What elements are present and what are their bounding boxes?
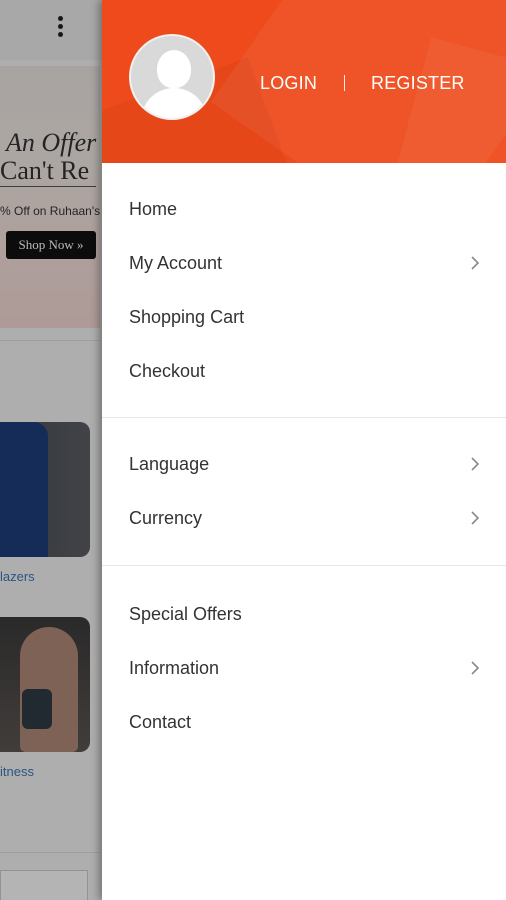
menu-item-label: Shopping Cart: [129, 307, 245, 327]
menu-item-information[interactable]: Information: [102, 641, 506, 695]
menu-item-label: Special Offers: [129, 604, 242, 624]
chevron-right-icon: [471, 661, 480, 675]
login-link[interactable]: LOGIN: [260, 73, 317, 94]
navigation-drawer: LOGIN REGISTER Home My Account Shopping …: [102, 0, 506, 900]
menu-item-special-offers[interactable]: Special Offers: [102, 587, 506, 641]
menu-item-label: Checkout: [129, 361, 206, 381]
user-silhouette-icon[interactable]: [129, 34, 215, 120]
chevron-right-icon: [471, 256, 480, 270]
menu-item-label: Currency: [129, 508, 203, 528]
drawer-header: LOGIN REGISTER: [102, 0, 506, 163]
avatar-head: [157, 50, 191, 88]
menu-item-label: Information: [129, 658, 220, 678]
menu-section-settings: Language Currency: [102, 418, 506, 545]
menu-item-label: My Account: [129, 253, 223, 273]
menu-item-language[interactable]: Language: [102, 437, 506, 491]
chevron-right-icon: [471, 457, 480, 471]
menu-item-my-account[interactable]: My Account: [102, 236, 506, 290]
menu-item-contact[interactable]: Contact: [102, 695, 506, 749]
register-link[interactable]: REGISTER: [371, 73, 465, 94]
menu-item-home[interactable]: Home: [102, 182, 506, 236]
menu-item-shopping-cart[interactable]: Shopping Cart: [102, 290, 506, 344]
menu-item-label: Home: [129, 199, 178, 219]
menu-item-label: Contact: [129, 712, 192, 732]
menu-item-checkout[interactable]: Checkout: [102, 344, 506, 398]
menu-section-main: Home My Account Shopping Cart Checkout: [102, 163, 506, 398]
avatar-shoulders: [141, 88, 207, 118]
auth-links: LOGIN REGISTER: [260, 72, 465, 94]
menu-section-info: Special Offers Information Contact: [102, 566, 506, 749]
auth-separator: [344, 75, 346, 91]
menu-item-label: Language: [129, 454, 210, 474]
chevron-right-icon: [471, 511, 480, 525]
menu-item-currency[interactable]: Currency: [102, 491, 506, 545]
